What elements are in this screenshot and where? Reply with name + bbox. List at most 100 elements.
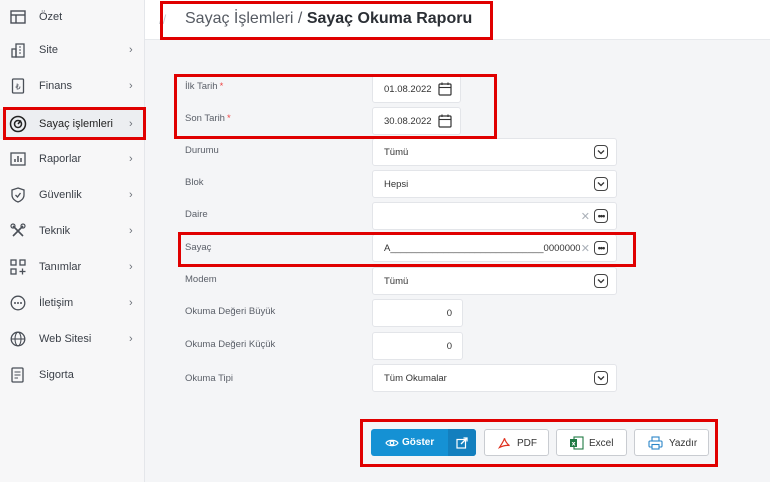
sidebar-item-web-sitesi[interactable]: Web Sitesi › <box>0 324 145 354</box>
sidebar-item-ozet[interactable]: Özet <box>0 2 145 32</box>
sidebar-item-label: Raporlar <box>39 153 82 165</box>
chevron-down-icon[interactable] <box>594 145 608 159</box>
lira-receipt-icon: ₺ <box>9 77 27 95</box>
form-row-modem: Modem Tümü <box>145 266 770 296</box>
chevron-right-icon: › <box>129 225 133 237</box>
sidebar-item-guvenlik[interactable]: Güvenlik › <box>0 180 145 210</box>
son-tarih-field[interactable]: 30.08.2022 <box>372 107 461 135</box>
excel-button[interactable]: x Excel <box>556 429 627 456</box>
okuma-tipi-label: Okuma Tipi <box>185 373 234 384</box>
more-dots-button[interactable]: ••• <box>594 209 608 223</box>
calendar-icon[interactable] <box>438 82 452 96</box>
clear-icon[interactable]: ✕ <box>581 210 590 223</box>
shield-icon <box>9 186 27 204</box>
daire-lookup[interactable]: ✕ ••• <box>372 202 617 230</box>
durumu-select[interactable]: Tümü <box>372 138 617 166</box>
modem-select[interactable]: Tümü <box>372 267 617 295</box>
sidebar-item-label: Web Sitesi <box>39 333 92 345</box>
okuma-tipi-select[interactable]: Tüm Okumalar <box>372 364 617 392</box>
more-dots-button[interactable]: ••• <box>594 241 608 255</box>
gauge-icon <box>9 115 27 133</box>
okuma-kucuk-value: 0 <box>446 341 452 352</box>
chevron-right-icon: › <box>129 80 133 92</box>
form-row-sayac: Sayaç A_____________________________0000… <box>145 233 770 263</box>
bar-chart-icon <box>9 150 27 168</box>
chevron-right-icon: › <box>129 118 133 130</box>
page-title: Sayaç Okuma Raporu <box>306 10 473 27</box>
breadcrumb-parent[interactable]: Sayaç İşlemleri / <box>185 10 307 27</box>
pdf-label: PDF <box>517 438 537 449</box>
ilk-tarih-field[interactable]: 01.08.2022 <box>372 75 461 103</box>
okuma-buyuk-value: 0 <box>446 308 452 319</box>
pdf-button[interactable]: PDF <box>484 429 549 456</box>
sidebar-item-label: Güvenlik <box>39 189 82 201</box>
chevron-down-icon[interactable] <box>594 177 608 191</box>
sidebar-item-label: Sayaç işlemleri <box>39 118 113 130</box>
form-row-ilk-tarih: İlk Tarih * 01.08.2022 <box>145 73 770 103</box>
chevron-right-icon: › <box>129 44 133 56</box>
eye-icon <box>385 439 399 447</box>
chevron-right-icon: › <box>129 333 133 345</box>
sidebar: Özet Site › ₺ Finans › Sayaç işlemleri ›… <box>0 0 145 482</box>
breadcrumb: Sayaç İşlemleri / Sayaç Okuma Raporu <box>185 10 472 28</box>
okuma-buyuk-label: Okuma Değeri Büyük <box>185 306 276 317</box>
sidebar-item-iletisim[interactable]: İletişim › <box>0 288 145 318</box>
chevron-down-icon[interactable] <box>594 274 608 288</box>
form-row-blok: Blok Hepsi <box>145 169 770 199</box>
modem-label: Modem <box>185 274 217 285</box>
blok-value: Hepsi <box>384 179 409 190</box>
goster-button[interactable]: Göster <box>371 429 476 456</box>
chevron-right-icon: › <box>129 297 133 309</box>
globe-icon <box>9 330 27 348</box>
sidebar-item-label: Finans <box>39 80 73 92</box>
form-row-okuma-tipi: Okuma Tipi Tüm Okumalar <box>145 364 770 394</box>
dots-icon: ••• <box>597 243 606 253</box>
okuma-buyuk-input[interactable]: 0 <box>372 299 463 327</box>
son-tarih-value: 30.08.2022 <box>384 116 432 127</box>
sayac-lookup[interactable]: A_____________________________0000000000… <box>372 234 617 262</box>
sidebar-item-label: Özet <box>39 11 63 23</box>
sidebar-item-finans[interactable]: ₺ Finans › <box>0 71 145 101</box>
daire-label: Daire <box>185 209 208 220</box>
open-new-window-button[interactable] <box>448 429 476 456</box>
main-content: // Sayaç İşlemleri / Sayaç Okuma Raporu … <box>145 0 770 482</box>
form-row-okuma-buyuk: Okuma Değeri Büyük 0 <box>145 298 770 328</box>
sidebar-item-site[interactable]: Site › <box>0 35 145 65</box>
sidebar-item-tanimlar[interactable]: Tanımlar › <box>0 252 145 282</box>
ilk-tarih-value: 01.08.2022 <box>384 84 432 95</box>
building-icon <box>9 41 27 59</box>
sidebar-item-label: Site <box>39 44 58 56</box>
table-icon <box>9 8 27 26</box>
chevron-right-icon: › <box>129 189 133 201</box>
excel-icon: x <box>570 436 584 450</box>
sidebar-item-sayac-islemleri[interactable]: Sayaç işlemleri › <box>0 109 145 139</box>
blok-label: Blok <box>185 177 204 188</box>
durumu-label: Durumu <box>185 145 219 156</box>
svg-text:₺: ₺ <box>15 83 20 92</box>
goster-label: Göster <box>402 437 435 448</box>
page-header: // Sayaç İşlemleri / Sayaç Okuma Raporu <box>145 0 770 40</box>
form-row-durumu: Durumu Tümü <box>145 137 770 167</box>
sidebar-item-label: İletişim <box>39 297 74 309</box>
sidebar-item-raporlar[interactable]: Raporlar › <box>0 144 145 174</box>
chat-dots-icon <box>9 294 27 312</box>
clear-icon[interactable]: ✕ <box>581 242 590 255</box>
okuma-kucuk-input[interactable]: 0 <box>372 332 463 360</box>
grid-plus-icon <box>9 258 27 276</box>
dots-icon: ••• <box>597 211 606 221</box>
calendar-icon[interactable] <box>438 114 452 128</box>
durumu-value: Tümü <box>384 147 409 158</box>
sidebar-item-sigorta[interactable]: Sigorta <box>0 360 145 390</box>
svg-text:x: x <box>572 441 576 448</box>
chevron-down-icon[interactable] <box>594 371 608 385</box>
son-tarih-label: Son Tarih * <box>185 113 231 124</box>
blok-select[interactable]: Hepsi <box>372 170 617 198</box>
yazdir-button[interactable]: Yazdır <box>634 429 709 456</box>
form-row-son-tarih: Son Tarih * 30.08.2022 <box>145 105 770 135</box>
sidebar-item-label: Tanımlar <box>39 261 82 273</box>
tools-icon <box>9 222 27 240</box>
sidebar-item-teknik[interactable]: Teknik › <box>0 216 145 246</box>
excel-label: Excel <box>589 438 614 449</box>
pdf-icon <box>498 438 510 449</box>
okuma-tipi-value: Tüm Okumalar <box>384 373 447 384</box>
